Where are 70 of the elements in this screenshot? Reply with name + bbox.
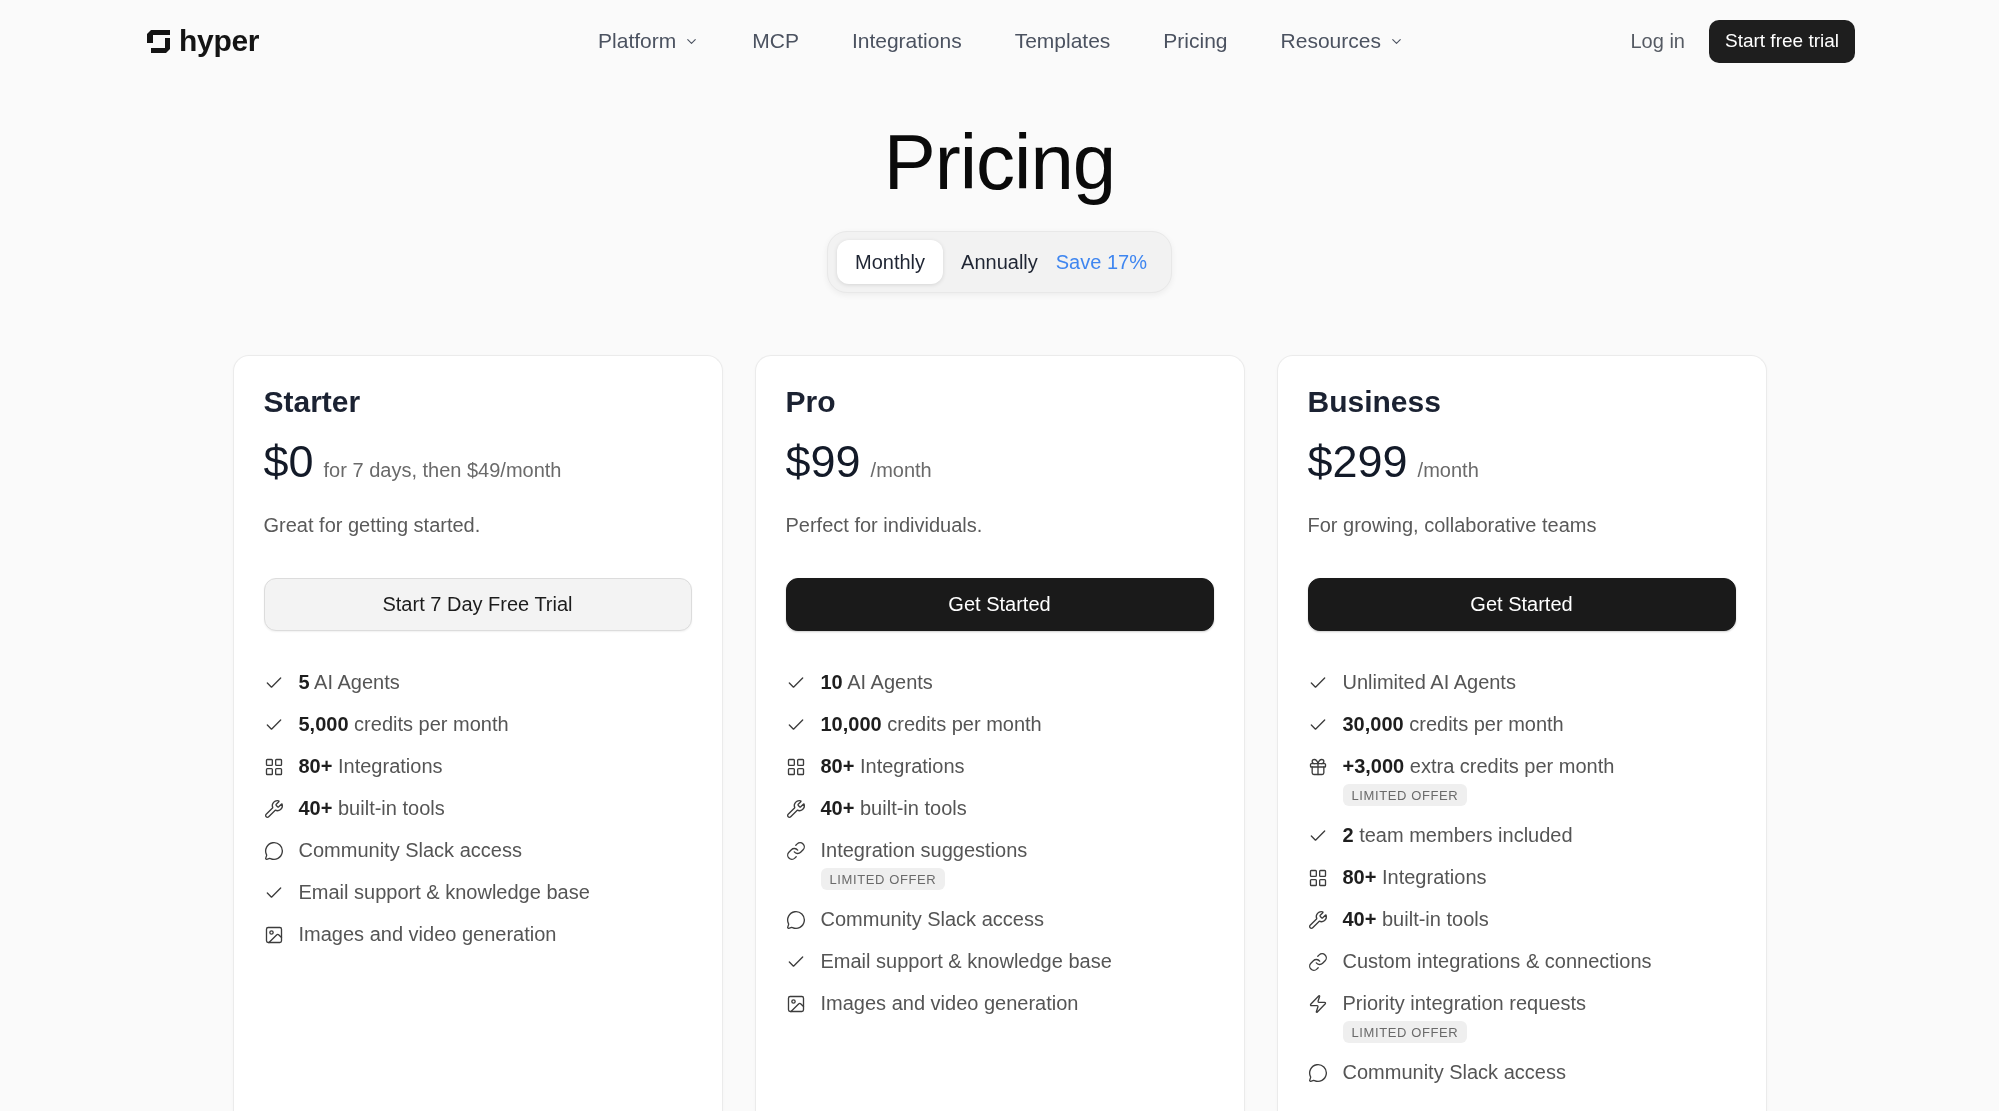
feature-text: +3,000 extra credits per month bbox=[1342, 754, 1615, 779]
feature-text: Email support & knowledge base bbox=[298, 880, 590, 905]
plan-name: Pro bbox=[785, 384, 837, 420]
feature-text: Community Slack access bbox=[820, 907, 1044, 932]
nav-link[interactable]: MCP bbox=[752, 29, 799, 53]
start-trial-button[interactable]: Start free trial bbox=[1708, 19, 1855, 63]
feature-text: Images and video generation bbox=[298, 922, 557, 947]
wrench-icon bbox=[1307, 909, 1328, 930]
grid-icon bbox=[263, 756, 284, 777]
feature-text: 80+ Integrations bbox=[298, 754, 443, 779]
wrench-icon bbox=[785, 798, 806, 819]
feature-text: 5,000 credits per month bbox=[298, 712, 509, 737]
chat-bubble-icon bbox=[1307, 1062, 1328, 1083]
plan-button[interactable]: Start 7 Day Free Trial bbox=[263, 578, 692, 631]
plan-description: Perfect for individuals. bbox=[785, 513, 984, 538]
nav-link[interactable]: Platform bbox=[598, 29, 700, 53]
plan-description: Great for getting started. bbox=[263, 513, 482, 538]
nav-link[interactable]: Integrations bbox=[851, 29, 962, 53]
feature-text: Custom integrations & connections bbox=[1342, 949, 1652, 974]
plan-name: Business bbox=[1307, 384, 1442, 420]
feature-text: Integration suggestions bbox=[820, 838, 1028, 863]
feature-text: 80+ Integrations bbox=[1342, 865, 1487, 890]
offer-tag: LIMITED OFFER bbox=[1342, 784, 1468, 806]
plan-price: $0 bbox=[263, 435, 314, 489]
plan-name: Starter bbox=[263, 384, 362, 420]
plan-description: For growing, collaborative teams bbox=[1307, 513, 1598, 538]
offer-tag: LIMITED OFFER bbox=[820, 868, 946, 890]
link-icon bbox=[785, 840, 806, 861]
feature-text: 2 team members included bbox=[1342, 823, 1573, 848]
feature-text: 10 AI Agents bbox=[820, 670, 933, 695]
billing-option[interactable]: Annually bbox=[943, 240, 1056, 284]
plan-price: $299 bbox=[1307, 435, 1408, 489]
grid-icon bbox=[785, 756, 806, 777]
feature-text: Community Slack access bbox=[298, 838, 522, 863]
chat-bubble-icon bbox=[263, 840, 284, 861]
wrench-icon bbox=[263, 798, 284, 819]
brand-name: hyper bbox=[179, 24, 260, 58]
feature-text: 40+ built-in tools bbox=[820, 796, 967, 821]
nav-link[interactable]: Templates bbox=[1014, 29, 1111, 53]
price-period: /month bbox=[1417, 459, 1479, 482]
feature-text: Email support & knowledge base bbox=[820, 949, 1112, 974]
chat-bubble-icon bbox=[785, 909, 806, 930]
link-icon bbox=[1307, 951, 1328, 972]
nav-link[interactable]: Resources bbox=[1280, 29, 1404, 53]
feature-text: 30,000 credits per month bbox=[1342, 712, 1564, 737]
feature-text: Priority integration requests bbox=[1342, 991, 1586, 1016]
feature-text: 80+ Integrations bbox=[820, 754, 965, 779]
grid-icon bbox=[1307, 867, 1328, 888]
feature-text: Unlimited AI Agents bbox=[1342, 670, 1516, 695]
nav-link[interactable]: Pricing bbox=[1163, 29, 1228, 53]
image-icon bbox=[263, 924, 284, 945]
gift-icon bbox=[1307, 756, 1328, 777]
price-period: for 7 days, then $49/month bbox=[323, 459, 562, 482]
feature-text: 5 AI Agents bbox=[298, 670, 400, 695]
price-period: /month bbox=[870, 459, 932, 482]
feature-text: 40+ built-in tools bbox=[298, 796, 445, 821]
offer-tag: LIMITED OFFER bbox=[1342, 1021, 1468, 1043]
feature-text: Community Slack access bbox=[1342, 1060, 1566, 1085]
image-icon bbox=[785, 993, 806, 1014]
feature-text: 10,000 credits per month bbox=[820, 712, 1042, 737]
plan-button[interactable]: Get Started bbox=[785, 578, 1214, 631]
feature-text: Images and video generation bbox=[820, 991, 1079, 1016]
logo-icon bbox=[147, 29, 170, 53]
lightning-icon bbox=[1307, 993, 1328, 1014]
login-link[interactable]: Log in bbox=[1630, 29, 1685, 53]
plan-button[interactable]: Get Started bbox=[1307, 578, 1736, 631]
plan-price: $99 bbox=[785, 435, 861, 489]
discount-note: Save 17% bbox=[1055, 250, 1147, 274]
billing-option[interactable]: Monthly bbox=[837, 240, 944, 284]
feature-text: 40+ built-in tools bbox=[1342, 907, 1489, 932]
